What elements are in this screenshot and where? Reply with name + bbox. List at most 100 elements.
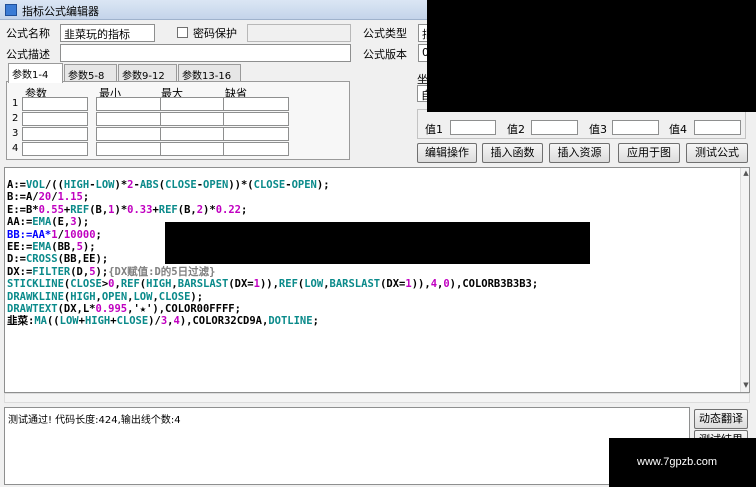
code-token: CLOSE xyxy=(253,179,286,191)
insert-resource-button[interactable]: 插入资源 xyxy=(549,143,610,163)
code-token: REF xyxy=(120,278,140,291)
code-token: HIGH xyxy=(84,315,111,328)
code-token: ; xyxy=(312,315,319,328)
password-input[interactable] xyxy=(247,24,351,42)
value4-input[interactable] xyxy=(694,120,741,135)
param-4-min-input[interactable] xyxy=(96,142,162,156)
code-token: OPEN xyxy=(203,179,229,191)
value1-input[interactable] xyxy=(450,120,496,135)
param-3-max-input[interactable] xyxy=(160,127,226,141)
value3-input[interactable] xyxy=(612,120,659,135)
formula-desc-input[interactable] xyxy=(60,44,351,62)
code-token: MA xyxy=(34,315,47,328)
code-token: HIGH xyxy=(70,290,96,303)
dynamic-translate-button[interactable]: 动态翻译 xyxy=(694,409,748,429)
edit-ops-button[interactable]: 编辑操作 xyxy=(417,143,477,163)
tab-params-13-16[interactable]: 参数13-16 xyxy=(178,64,241,82)
value1-label: 值1 xyxy=(425,123,443,136)
redacted-region-top-right xyxy=(427,0,756,112)
code-token: (DX= xyxy=(228,278,254,291)
code-token: FILTER xyxy=(32,265,71,278)
param-1-min-input[interactable] xyxy=(96,97,162,111)
code-line: DX:=FILTER(D,5);{DX赋值:D的5日过滤} xyxy=(7,266,215,279)
code-token: DX:= xyxy=(7,265,33,278)
code-token: ),COLOR32CD9A, xyxy=(179,315,269,328)
scroll-up-icon[interactable]: ▲ xyxy=(741,168,749,178)
code-line: E:=B*0.55+REF(B,1)*0.33+REF(B,2)*0.22; xyxy=(7,204,247,217)
code-token: AA:= xyxy=(7,216,33,229)
param-3-default-input[interactable] xyxy=(223,127,289,141)
code-token: ; xyxy=(241,203,248,216)
code-token: CROSS xyxy=(25,253,58,266)
code-line: B:=A/20/1.15; xyxy=(7,191,89,204)
code-token: ); xyxy=(190,290,204,303)
watermark-box: www.7gpzb.com xyxy=(609,438,756,487)
code-line: D:=CROSS(BB,EE); xyxy=(7,253,108,266)
code-token: HIGH xyxy=(63,179,90,191)
code-token: REF xyxy=(70,203,90,216)
code-token: 0.995 xyxy=(95,303,128,315)
test-formula-button[interactable]: 测试公式 xyxy=(686,143,748,163)
watermark-text: www.7gpzb.com xyxy=(637,456,718,468)
code-token: OPEN xyxy=(291,179,317,191)
param-2-min-input[interactable] xyxy=(96,112,162,126)
param-4-name-input[interactable] xyxy=(22,142,88,156)
param-1-default-input[interactable] xyxy=(223,97,289,111)
param-2-default-input[interactable] xyxy=(223,112,289,126)
formula-name-label: 公式名称 xyxy=(6,27,50,40)
code-token: A:= xyxy=(7,179,26,191)
code-token: ,'★'),COLOR00FFFF; xyxy=(127,303,241,315)
editor-vertical-scrollbar[interactable]: ▲ ▼ xyxy=(740,168,749,392)
code-line: DRAWKLINE(HIGH,OPEN,LOW,CLOSE); xyxy=(7,291,203,304)
param-1-max-input[interactable] xyxy=(160,97,226,111)
tab-params-1-4[interactable]: 参数1-4 xyxy=(8,63,63,83)
code-token: CLOSE xyxy=(165,179,197,191)
value2-input[interactable] xyxy=(531,120,578,135)
param-2-max-input[interactable] xyxy=(160,112,226,126)
code-token: {DX赋值:D的5日过滤} xyxy=(108,265,216,278)
code-token: D:= xyxy=(7,253,26,266)
code-token: CLOSE xyxy=(70,278,102,291)
param-3-min-input[interactable] xyxy=(96,127,162,141)
app-icon xyxy=(5,4,17,16)
code-token: HIGH xyxy=(146,278,172,291)
code-token: ); xyxy=(82,241,96,253)
code-token: EMA xyxy=(32,241,52,253)
code-token: ); xyxy=(316,179,330,191)
param-row-num: 1 xyxy=(12,98,19,109)
code-token: ; xyxy=(82,191,90,204)
code-token: ); xyxy=(76,216,90,229)
code-token: (BB, xyxy=(51,241,77,253)
value3-label: 值3 xyxy=(589,123,607,136)
insert-function-button[interactable]: 插入函数 xyxy=(482,143,543,163)
tab-params-9-12[interactable]: 参数9-12 xyxy=(118,64,177,82)
param-1-name-input[interactable] xyxy=(22,97,88,111)
code-token: 20 xyxy=(38,191,52,204)
code-token: EMA xyxy=(32,216,52,229)
code-line: A:=VOL/((HIGH-LOW)*2-ABS(CLOSE-OPEN))*(C… xyxy=(7,179,330,192)
code-token: B:=A/ xyxy=(7,191,39,204)
value2-label: 值2 xyxy=(507,123,525,136)
param-4-default-input[interactable] xyxy=(223,142,289,156)
code-line: BB:=AA*1/10000; xyxy=(7,229,102,242)
tab-params-5-8[interactable]: 参数5-8 xyxy=(64,64,117,82)
param-3-name-input[interactable] xyxy=(22,127,88,141)
code-token: )/ xyxy=(148,315,161,328)
editor-horizontal-scrollbar[interactable] xyxy=(4,393,750,403)
scroll-down-icon[interactable]: ▼ xyxy=(741,380,749,390)
code-token: )* xyxy=(114,203,128,216)
formula-type-label: 公式类型 xyxy=(363,27,407,40)
code-token: )), xyxy=(411,278,431,291)
code-line: EE:=EMA(BB,5); xyxy=(7,241,96,254)
param-2-name-input[interactable] xyxy=(22,112,88,126)
apply-to-chart-button[interactable]: 应用于图 xyxy=(618,143,680,163)
code-token: LOW xyxy=(304,278,324,291)
password-label: 密码保护 xyxy=(193,27,237,40)
code-token: ; xyxy=(95,228,102,241)
code-token: 韭菜: xyxy=(7,315,35,328)
password-checkbox[interactable] xyxy=(177,27,188,38)
code-editor[interactable]: ▲ ▼ A:=VOL/((HIGH-LOW)*2-ABS(CLOSE-OPEN)… xyxy=(4,167,750,393)
formula-name-input[interactable]: 韭菜玩的指标 xyxy=(60,24,155,42)
param-4-max-input[interactable] xyxy=(160,142,226,156)
params-panel: 参数 最小 最大 缺省 1 2 3 4 xyxy=(6,81,350,160)
